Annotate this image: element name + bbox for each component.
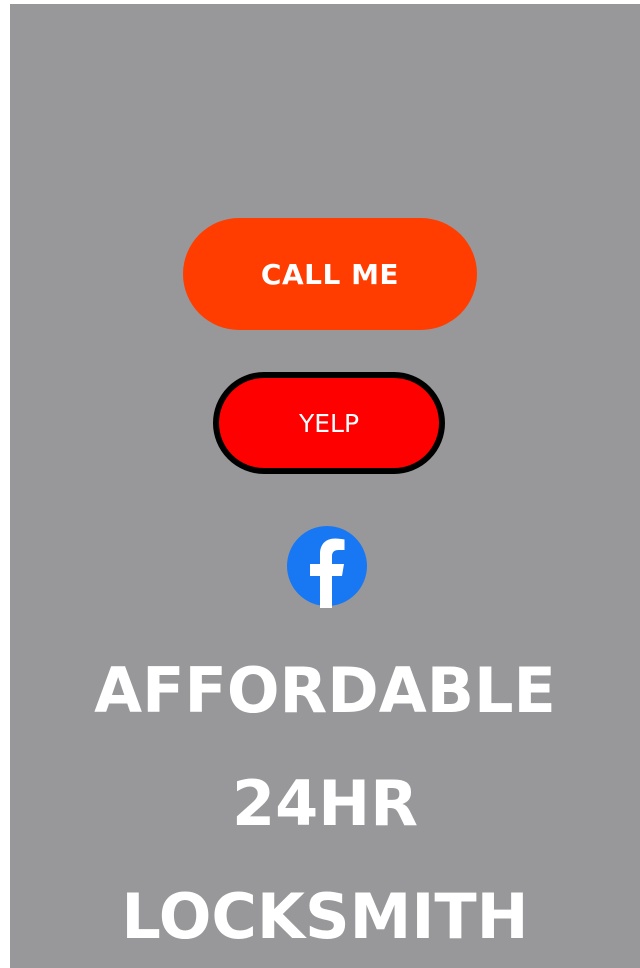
call-me-button[interactable]: CALL ME <box>183 218 477 330</box>
page-content: CALL ME YELP AFFORDABLE 24HR LOCKSMITH <box>10 4 640 968</box>
yelp-button[interactable]: YELP <box>213 372 445 474</box>
headline: AFFORDABLE 24HR LOCKSMITH <box>10 634 640 968</box>
facebook-link[interactable] <box>285 524 369 608</box>
headline-line-2: 24HR <box>232 767 418 840</box>
facebook-icon <box>287 526 367 608</box>
headline-line-3: LOCKSMITH <box>121 880 529 953</box>
headline-line-1: AFFORDABLE <box>94 654 556 727</box>
